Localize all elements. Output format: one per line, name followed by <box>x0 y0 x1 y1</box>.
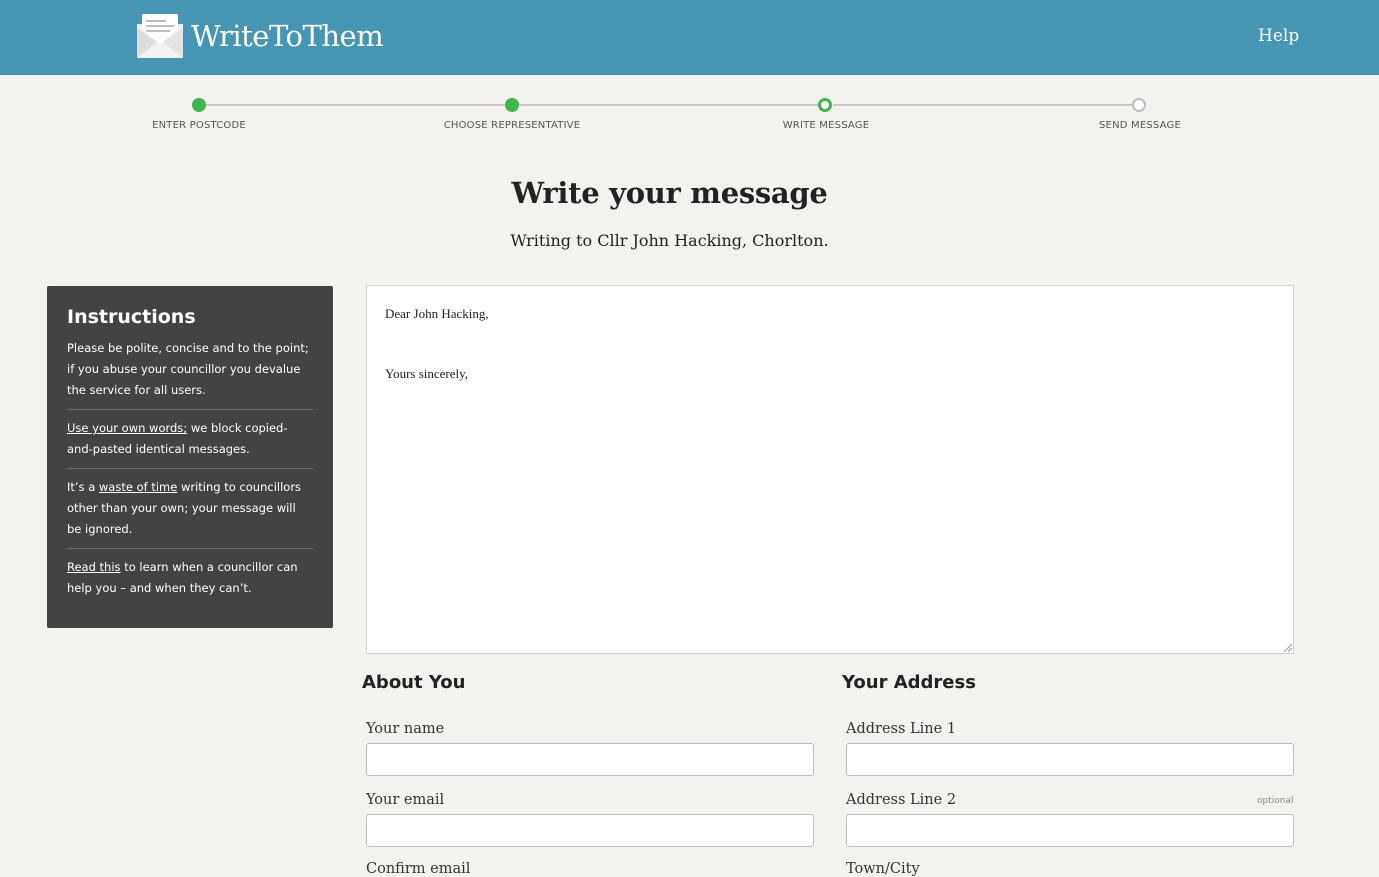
message-body-textarea[interactable] <box>366 285 1294 654</box>
about-you-heading: About You <box>362 672 466 693</box>
instructions-title: Instructions <box>67 306 196 328</box>
address-line2-label: Address Line 2 <box>846 792 957 808</box>
step-label-write-message: WRITE MESSAGE <box>782 120 870 131</box>
logo-text: WriteToThem <box>191 19 384 53</box>
resize-grip-icon[interactable] <box>1284 644 1292 652</box>
address-line2-input[interactable] <box>846 814 1294 847</box>
optional-tag: optional <box>1257 796 1294 806</box>
step-label-send-message: SEND MESSAGE <box>1099 120 1181 131</box>
site-logo[interactable]: WriteToThem <box>137 14 384 58</box>
page-subtitle: Writing to Cllr John Hacking, Chorlton. <box>510 231 829 250</box>
waste-of-time-link[interactable]: waste of time <box>99 480 177 494</box>
your-address-heading: Your Address <box>842 672 976 693</box>
progress-steps: ENTER POSTCODE CHOOSE REPRESENTATIVE WRI… <box>0 96 1379 136</box>
page-title: Write your message <box>511 176 828 210</box>
envelope-letter-icon <box>137 14 183 58</box>
step-label-enter-postcode: ENTER POSTCODE <box>152 120 246 131</box>
own-words-link[interactable]: Use your own words; <box>67 421 187 435</box>
step-connector <box>833 104 1133 106</box>
step-dot-choose-representative <box>505 98 519 112</box>
read-this-link[interactable]: Read this <box>67 560 121 574</box>
instructions-panel: Instructions Please be polite, concise a… <box>47 286 333 628</box>
instruction-politeness: Please be polite, concise and to the poi… <box>67 338 313 410</box>
step-dot-send-message <box>1132 98 1146 112</box>
step-connector <box>206 104 506 106</box>
step-dot-enter-postcode <box>192 98 206 112</box>
your-name-label: Your name <box>366 721 445 737</box>
address-line1-label: Address Line 1 <box>846 721 957 737</box>
instruction-text: Please be polite, concise and to the poi… <box>67 341 309 397</box>
your-email-input[interactable] <box>366 814 814 847</box>
step-dot-write-message <box>818 98 832 112</box>
help-link[interactable]: Help <box>1258 26 1299 46</box>
instruction-read-this: Read this to learn when a councillor can… <box>67 557 313 607</box>
instruction-text: It’s a <box>67 480 99 494</box>
your-name-input[interactable] <box>366 743 814 776</box>
address-line1-input[interactable] <box>846 743 1294 776</box>
step-connector <box>519 104 819 106</box>
step-label-choose-representative: CHOOSE REPRESENTATIVE <box>443 120 581 131</box>
site-header: WriteToThem Help <box>0 0 1379 75</box>
instruction-own-words: Use your own words; we block copied-and-… <box>67 418 313 469</box>
instruction-own-councillors: It’s a waste of time writing to councill… <box>67 477 313 549</box>
town-city-label: Town/City <box>846 861 920 877</box>
your-email-label: Your email <box>366 792 445 808</box>
confirm-email-label: Confirm email <box>366 861 471 877</box>
